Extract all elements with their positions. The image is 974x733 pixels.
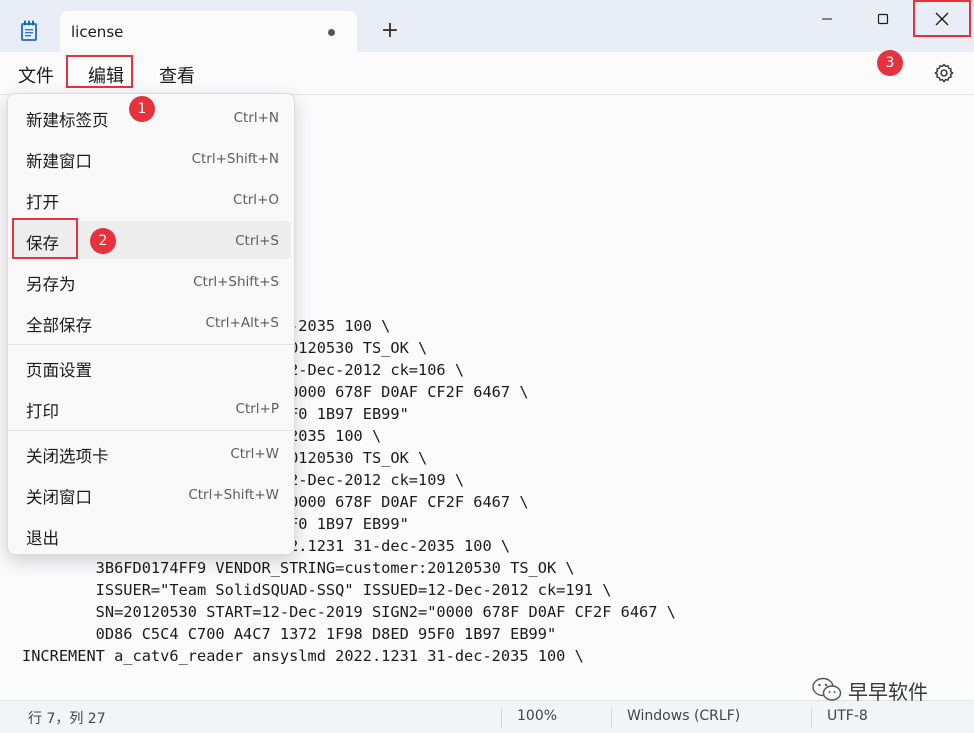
menu-file[interactable]: 文件 <box>18 62 54 88</box>
new-tab-plus-icon[interactable]: + <box>378 19 402 43</box>
menu-item-open[interactable]: 打开 Ctrl+O <box>12 180 291 218</box>
menu-divider <box>8 344 294 345</box>
menu-item-label: 打开 <box>26 193 59 212</box>
menu-item-label: 打印 <box>26 402 59 421</box>
settings-gear-icon[interactable] <box>933 62 955 84</box>
unsaved-dot-icon[interactable] <box>328 29 335 36</box>
menu-item-shortcut: Ctrl+S <box>235 233 279 249</box>
divider <box>611 707 612 728</box>
step-badge-1: 1 <box>129 96 155 122</box>
menu-item-shortcut: Ctrl+O <box>233 192 279 208</box>
editor-line: 0D86 C5C4 C700 A4C7 1372 1F98 D8ED 95F0 … <box>22 625 557 643</box>
menu-item-shortcut: Ctrl+Shift+N <box>191 151 279 167</box>
edit-dropdown-menu: 新建标签页 Ctrl+N 新建窗口 Ctrl+Shift+N 打开 Ctrl+O… <box>7 93 295 555</box>
wechat-icon <box>812 677 842 701</box>
save-item-highlight-box <box>12 218 78 259</box>
close-icon <box>935 12 949 25</box>
menu-item-exit[interactable]: 退出 <box>12 516 291 554</box>
menu-item-label: 关闭窗口 <box>26 488 92 507</box>
editor-line: INCREMENT a_catv6_reader ansyslmd 2022.1… <box>22 647 584 665</box>
menu-item-label: 全部保存 <box>26 316 92 335</box>
menu-item-shortcut: Ctrl+Alt+S <box>205 315 280 331</box>
menu-item-shortcut: Ctrl+P <box>235 401 279 417</box>
menu-item-shortcut: Ctrl+Shift+S <box>193 274 279 290</box>
close-button[interactable] <box>913 0 971 37</box>
zoom-level: 100% <box>517 708 558 724</box>
encoding: UTF-8 <box>827 708 868 724</box>
menu-item-close-window[interactable]: 关闭窗口 Ctrl+Shift+W <box>12 475 291 513</box>
maximize-icon <box>877 13 889 25</box>
step-badge-2: 2 <box>90 228 116 254</box>
menu-item-label: 另存为 <box>26 275 76 294</box>
menu-item-label: 页面设置 <box>26 361 92 380</box>
editor-line: SN=20120530 START=12-Dec-2019 SIGN2="000… <box>22 603 676 621</box>
menu-item-shortcut: Ctrl+N <box>233 110 279 126</box>
edit-menu-highlight-box <box>66 55 133 88</box>
title-bar: license + <box>0 0 974 52</box>
menu-item-shortcut: Ctrl+W <box>230 446 279 462</box>
menu-item-new-window[interactable]: 新建窗口 Ctrl+Shift+N <box>12 139 291 177</box>
menu-bar: 文件 编辑 查看 <box>0 52 974 94</box>
tab-license[interactable]: license <box>60 11 357 52</box>
tab-title: license <box>71 23 124 41</box>
editor-line: ISSUER="Team SolidSQUAD-SSQ" ISSUED=12-D… <box>22 581 612 599</box>
menu-item-label: 新建窗口 <box>26 152 92 171</box>
divider <box>811 707 812 728</box>
menu-item-print[interactable]: 打印 Ctrl+P <box>12 389 291 427</box>
menu-item-save-as[interactable]: 另存为 Ctrl+Shift+S <box>12 262 291 300</box>
menu-item-label: 退出 <box>26 529 59 548</box>
maximize-button[interactable] <box>860 0 906 38</box>
menu-item-label: 关闭选项卡 <box>26 447 109 466</box>
menu-view[interactable]: 查看 <box>159 62 195 88</box>
minimize-button[interactable] <box>804 0 850 38</box>
line-ending: Windows (CRLF) <box>627 708 741 724</box>
menu-item-shortcut: Ctrl+Shift+W <box>188 487 279 503</box>
watermark-text: 早早软件 <box>848 679 928 704</box>
menu-item-close-tab[interactable]: 关闭选项卡 Ctrl+W <box>12 434 291 472</box>
editor-line: 3B6FD0174FF9 VENDOR_STRING=customer:2012… <box>22 559 575 577</box>
step-badge-3: 3 <box>877 50 903 76</box>
watermark: 早早软件 <box>812 675 928 705</box>
notepad-app-icon <box>21 20 37 41</box>
minimize-icon <box>822 18 832 20</box>
menu-item-page-setup[interactable]: 页面设置 <box>12 348 291 386</box>
menu-item-save-all[interactable]: 全部保存 Ctrl+Alt+S <box>12 303 291 341</box>
cursor-position: 行 7，列 27 <box>28 711 106 727</box>
menu-divider <box>8 430 294 431</box>
menu-item-label: 新建标签页 <box>26 111 109 130</box>
divider <box>501 707 502 728</box>
